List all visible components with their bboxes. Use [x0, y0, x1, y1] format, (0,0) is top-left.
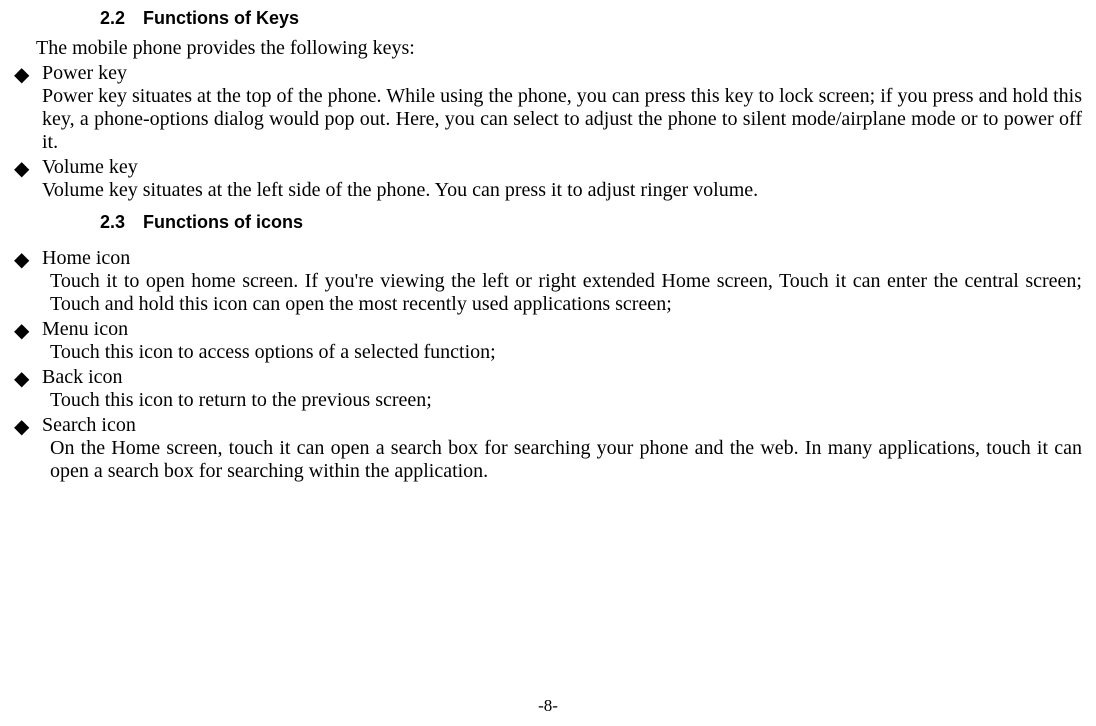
section-2-2-intro: The mobile phone provides the following … [36, 37, 1082, 60]
section-2-2-title: Functions of Keys [143, 8, 299, 28]
section-2-3-heading: 2.3 Functions of icons [100, 212, 1082, 233]
diamond-icon: ◆ [14, 156, 29, 181]
diamond-icon: ◆ [14, 414, 29, 439]
bullet-title-power-key: Power key [42, 62, 1082, 85]
list-item: ◆ Menu icon Touch this icon to access op… [14, 318, 1082, 364]
list-item: ◆ Volume key Volume key situates at the … [14, 156, 1082, 202]
bullet-body-volume-key: Volume key situates at the left side of … [42, 179, 1082, 202]
diamond-icon: ◆ [14, 366, 29, 391]
bullet-body-search-icon: On the Home screen, touch it can open a … [50, 437, 1082, 483]
section-2-3-num: 2.3 [100, 212, 125, 233]
list-item: ◆ Home icon Touch it to open home screen… [14, 247, 1082, 316]
bullet-title-search-icon: Search icon [42, 414, 1082, 437]
bullet-body-menu-icon: Touch this icon to access options of a s… [50, 341, 1082, 364]
section-2-2-heading: 2.2 Functions of Keys [100, 8, 1082, 29]
list-item: ◆ Power key Power key situates at the to… [14, 62, 1082, 154]
section-2-3-title: Functions of icons [143, 212, 303, 232]
page-number: -8- [0, 696, 1096, 716]
diamond-icon: ◆ [14, 318, 29, 343]
list-item: ◆ Search icon On the Home screen, touch … [14, 414, 1082, 483]
bullet-body-back-icon: Touch this icon to return to the previou… [50, 389, 1082, 412]
bullet-title-back-icon: Back icon [42, 366, 1082, 389]
bullet-title-home-icon: Home icon [42, 247, 1082, 270]
bullet-title-volume-key: Volume key [42, 156, 1082, 179]
list-item: ◆ Back icon Touch this icon to return to… [14, 366, 1082, 412]
section-2-2-num: 2.2 [100, 8, 125, 29]
diamond-icon: ◆ [14, 62, 29, 87]
bullet-body-home-icon: Touch it to open home screen. If you're … [50, 270, 1082, 316]
bullet-title-menu-icon: Menu icon [42, 318, 1082, 341]
diamond-icon: ◆ [14, 247, 29, 272]
bullet-body-power-key: Power key situates at the top of the pho… [42, 85, 1082, 154]
